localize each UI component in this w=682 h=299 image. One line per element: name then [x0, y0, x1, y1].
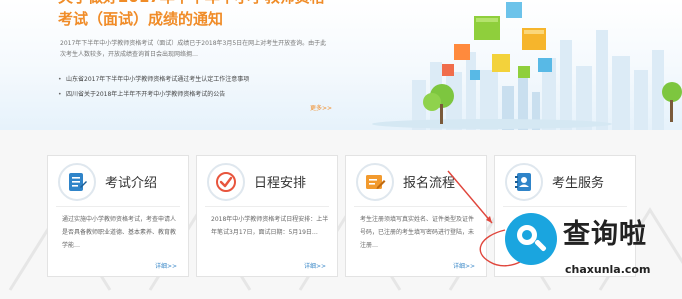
card-icon-circle	[58, 163, 96, 201]
details-link[interactable]: 详细>>	[304, 261, 326, 270]
headline-line-2[interactable]: 考试（面试）成绩的通知	[58, 8, 378, 30]
details-link[interactable]: 详细>>	[155, 261, 177, 270]
divider	[205, 206, 329, 207]
card-title[interactable]: 报名流程	[403, 172, 455, 191]
contact-book-icon	[515, 173, 531, 191]
news-intro: 2017年下半年中小学教师资格考试（面试）成绩已于2018年3月5日在网上对考生…	[60, 40, 327, 58]
city-illustration	[372, 2, 682, 130]
card-title[interactable]: 考生服务	[552, 172, 604, 191]
card-icon-circle	[207, 163, 245, 201]
news-headline[interactable]: 关于做好2017年下半年中小学教师资格 考试（面试）成绩的通知	[58, 0, 378, 30]
document-icon	[69, 173, 87, 191]
divider	[56, 206, 180, 207]
more-link[interactable]: 更多>>	[310, 103, 332, 112]
watermark-brand-en: chaxunla.com	[565, 263, 651, 276]
divider	[503, 206, 627, 207]
card-description: 2018年中小学教师资格考试日程安排：上半年笔试3月17日，面试日期：5月19日…	[211, 216, 329, 236]
news-item[interactable]: 四川省关于2018年上半年不开考中小学教师资格考试的公告	[58, 87, 358, 102]
details-link[interactable]: 详细>>	[453, 261, 475, 270]
card-schedule[interactable]: 日程安排 2018年中小学教师资格考试日程安排：上半年笔试3月17日，面试日期：…	[196, 155, 338, 277]
headline-line-1[interactable]: 关于做好2017年下半年中小学教师资格	[58, 0, 378, 8]
card-registration-process[interactable]: 报名流程 考生注册须填写真实姓名、证件类型及证件号码，已注册的考生填写密码进行登…	[345, 155, 487, 277]
edit-form-icon	[366, 175, 386, 189]
checkmark-icon	[216, 172, 236, 192]
card-title[interactable]: 考试介绍	[105, 172, 157, 191]
card-title[interactable]: 日程安排	[254, 172, 306, 191]
watermark: 查询啦 chaxunla.com	[505, 213, 675, 299]
news-banner: 关于做好2017年下半年中小学教师资格 考试（面试）成绩的通知 2017年下半年…	[0, 0, 682, 130]
card-icon-circle	[505, 163, 543, 201]
divider	[354, 206, 478, 207]
watermark-brand-cn: 查询啦	[563, 219, 647, 250]
card-description: 通过实施中小学教师资格考试，考查申请人是否具备教师职业道德、基本素养、教育教学能…	[62, 216, 177, 249]
card-exam-intro[interactable]: 考试介绍 通过实施中小学教师资格考试，考查申请人是否具备教师职业道德、基本素养、…	[47, 155, 189, 277]
news-item[interactable]: 山东省2017年下半年中小学教师资格考试通过考生认定工作注意事项	[58, 72, 358, 87]
news-list: 山东省2017年下半年中小学教师资格考试通过考生认定工作注意事项 四川省关于20…	[58, 72, 358, 102]
card-description: 考生注册须填写真实姓名、证件类型及证件号码，已注册的考生填写密码进行登陆，未注册…	[360, 216, 475, 249]
card-icon-circle	[356, 163, 394, 201]
brand-logo-icon	[505, 213, 557, 265]
